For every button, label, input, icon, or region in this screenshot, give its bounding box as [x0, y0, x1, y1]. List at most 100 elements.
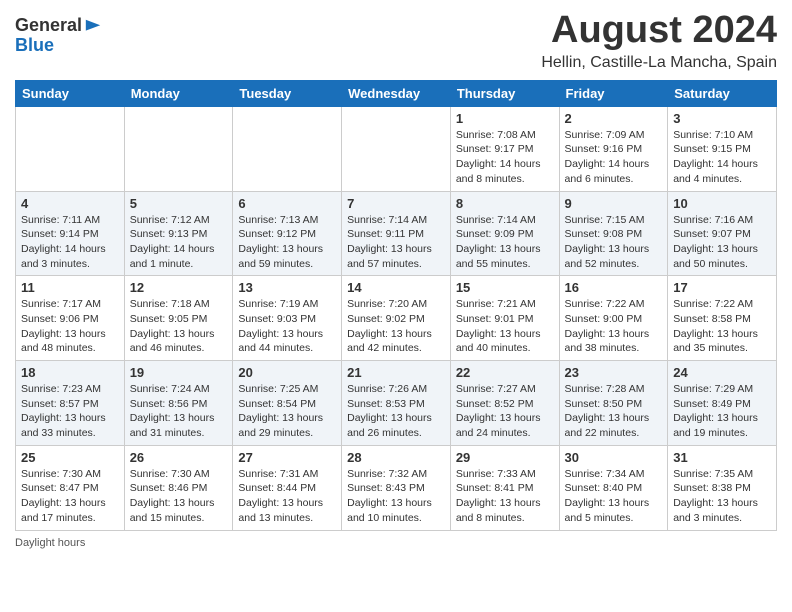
- calendar-header-row: SundayMondayTuesdayWednesdayThursdayFrid…: [16, 80, 777, 106]
- calendar-cell: 16 Sunrise: 7:22 AMSunset: 9:00 PMDayligh…: [559, 276, 668, 361]
- day-info: Sunrise: 7:32 AMSunset: 8:43 PMDaylight:…: [347, 467, 445, 526]
- month-year-title: August 2024: [541, 10, 777, 52]
- day-number: 8: [456, 196, 554, 211]
- day-number: 24: [673, 365, 771, 380]
- calendar-cell: 12Sunrise: 7:18 AMSunset: 9:05 PMDayligh…: [124, 276, 233, 361]
- calendar-cell: [342, 106, 451, 191]
- calendar-cell: 30 Sunrise: 7:34 AMSunset: 8:40 PMDayligh…: [559, 445, 668, 530]
- day-number: 3: [673, 111, 771, 126]
- calendar-week-row: 4 Sunrise: 7:11 AMSunset: 9:14 PMDaylight…: [16, 191, 777, 276]
- day-info: Sunrise: 7:14 AMSunset: 9:11 PMDaylight:…: [347, 213, 445, 272]
- calendar-cell: 21 Sunrise: 7:26 AMSunset: 8:53 PMDayligh…: [342, 361, 451, 446]
- calendar-cell: 8 Sunrise: 7:14 AMSunset: 9:09 PMDaylight…: [450, 191, 559, 276]
- calendar-cell: 14 Sunrise: 7:20 AMSunset: 9:02 PMDayligh…: [342, 276, 451, 361]
- calendar-cell: [16, 106, 125, 191]
- location-subtitle: Hellin, Castille-La Mancha, Spain: [541, 54, 777, 72]
- day-info: Sunrise: 7:30 AMSunset: 8:47 PMDaylight:…: [21, 467, 119, 526]
- header-wednesday: Wednesday: [342, 80, 451, 106]
- calendar-cell: 2 Sunrise: 7:09 AMSunset: 9:16 PMDaylight…: [559, 106, 668, 191]
- day-info: Sunrise: 7:27 AMSunset: 8:52 PMDaylight:…: [456, 382, 554, 441]
- calendar-cell: 17 Sunrise: 7:22 AMSunset: 8:58 PMDayligh…: [668, 276, 777, 361]
- calendar-cell: 1Sunrise: 7:08 AMSunset: 9:17 PMDaylight…: [450, 106, 559, 191]
- logo: General Blue: [15, 15, 102, 56]
- title-area: August 2024 Hellin, Castille-La Mancha, …: [541, 10, 777, 72]
- day-number: 15: [456, 280, 554, 295]
- day-info: Sunrise: 7:21 AMSunset: 9:01 PMDaylight:…: [456, 297, 554, 356]
- day-info: Sunrise: 7:22 AMSunset: 8:58 PMDaylight:…: [673, 297, 771, 356]
- header-friday: Friday: [559, 80, 668, 106]
- calendar-cell: 5Sunrise: 7:12 AMSunset: 9:13 PMDaylight…: [124, 191, 233, 276]
- day-info: Sunrise: 7:10 AMSunset: 9:15 PMDaylight:…: [673, 128, 771, 187]
- day-number: 10: [673, 196, 771, 211]
- day-number: 21: [347, 365, 445, 380]
- calendar-cell: 18Sunrise: 7:23 AMSunset: 8:57 PMDayligh…: [16, 361, 125, 446]
- calendar-cell: 23 Sunrise: 7:28 AMSunset: 8:50 PMDayligh…: [559, 361, 668, 446]
- header-sunday: Sunday: [16, 80, 125, 106]
- day-info: Sunrise: 7:16 AMSunset: 9:07 PMDaylight:…: [673, 213, 771, 272]
- day-number: 23: [565, 365, 663, 380]
- day-number: 19: [130, 365, 228, 380]
- day-number: 17: [673, 280, 771, 295]
- day-info: Sunrise: 7:29 AMSunset: 8:49 PMDaylight:…: [673, 382, 771, 441]
- logo-general-text: General: [15, 16, 82, 36]
- calendar-cell: 29Sunrise: 7:33 AMSunset: 8:41 PMDayligh…: [450, 445, 559, 530]
- day-number: 6: [238, 196, 336, 211]
- day-number: 11: [21, 280, 119, 295]
- header-monday: Monday: [124, 80, 233, 106]
- day-info: Sunrise: 7:25 AMSunset: 8:54 PMDaylight:…: [238, 382, 336, 441]
- calendar-cell: 28 Sunrise: 7:32 AMSunset: 8:43 PMDayligh…: [342, 445, 451, 530]
- day-info: Sunrise: 7:28 AMSunset: 8:50 PMDaylight:…: [565, 382, 663, 441]
- calendar-table: SundayMondayTuesdayWednesdayThursdayFrid…: [15, 80, 777, 531]
- day-info: Sunrise: 7:20 AMSunset: 9:02 PMDaylight:…: [347, 297, 445, 356]
- day-info: Sunrise: 7:09 AMSunset: 9:16 PMDaylight:…: [565, 128, 663, 187]
- calendar-cell: [233, 106, 342, 191]
- day-info: Sunrise: 7:35 AMSunset: 8:38 PMDaylight:…: [673, 467, 771, 526]
- day-info: Sunrise: 7:18 AMSunset: 9:05 PMDaylight:…: [130, 297, 228, 356]
- header-saturday: Saturday: [668, 80, 777, 106]
- day-number: 7: [347, 196, 445, 211]
- calendar-cell: 31 Sunrise: 7:35 AMSunset: 8:38 PMDayligh…: [668, 445, 777, 530]
- day-number: 25: [21, 450, 119, 465]
- calendar-cell: 26Sunrise: 7:30 AMSunset: 8:46 PMDayligh…: [124, 445, 233, 530]
- day-number: 30: [565, 450, 663, 465]
- day-info: Sunrise: 7:26 AMSunset: 8:53 PMDaylight:…: [347, 382, 445, 441]
- day-info: Sunrise: 7:14 AMSunset: 9:09 PMDaylight:…: [456, 213, 554, 272]
- day-info: Sunrise: 7:13 AMSunset: 9:12 PMDaylight:…: [238, 213, 336, 272]
- day-number: 29: [456, 450, 554, 465]
- calendar-cell: 7 Sunrise: 7:14 AMSunset: 9:11 PMDaylight…: [342, 191, 451, 276]
- calendar-week-row: 18Sunrise: 7:23 AMSunset: 8:57 PMDayligh…: [16, 361, 777, 446]
- logo-flag-icon: [84, 18, 102, 36]
- calendar-cell: 15 Sunrise: 7:21 AMSunset: 9:01 PMDayligh…: [450, 276, 559, 361]
- calendar-cell: 20 Sunrise: 7:25 AMSunset: 8:54 PMDayligh…: [233, 361, 342, 446]
- day-info: Sunrise: 7:22 AMSunset: 9:00 PMDaylight:…: [565, 297, 663, 356]
- day-number: 28: [347, 450, 445, 465]
- day-number: 9: [565, 196, 663, 211]
- day-number: 13: [238, 280, 336, 295]
- day-info: Sunrise: 7:15 AMSunset: 9:08 PMDaylight:…: [565, 213, 663, 272]
- day-info: Sunrise: 7:17 AMSunset: 9:06 PMDaylight:…: [21, 297, 119, 356]
- day-info: Sunrise: 7:23 AMSunset: 8:57 PMDaylight:…: [21, 382, 119, 441]
- day-number: 31: [673, 450, 771, 465]
- day-number: 14: [347, 280, 445, 295]
- calendar-week-row: 25 Sunrise: 7:30 AMSunset: 8:47 PMDayligh…: [16, 445, 777, 530]
- day-number: 4: [21, 196, 119, 211]
- day-info: Sunrise: 7:24 AMSunset: 8:56 PMDaylight:…: [130, 382, 228, 441]
- day-info: Sunrise: 7:34 AMSunset: 8:40 PMDaylight:…: [565, 467, 663, 526]
- day-info: Sunrise: 7:11 AMSunset: 9:14 PMDaylight:…: [21, 213, 119, 272]
- page-header: General Blue August 2024 Hellin, Castill…: [15, 10, 777, 72]
- day-info: Sunrise: 7:12 AMSunset: 9:13 PMDaylight:…: [130, 213, 228, 272]
- calendar-cell: 24 Sunrise: 7:29 AMSunset: 8:49 PMDayligh…: [668, 361, 777, 446]
- day-number: 2: [565, 111, 663, 126]
- header-tuesday: Tuesday: [233, 80, 342, 106]
- day-info: Sunrise: 7:31 AMSunset: 8:44 PMDaylight:…: [238, 467, 336, 526]
- footer-note: Daylight hours: [15, 537, 777, 549]
- calendar-cell: 6 Sunrise: 7:13 AMSunset: 9:12 PMDaylight…: [233, 191, 342, 276]
- day-number: 20: [238, 365, 336, 380]
- day-number: 16: [565, 280, 663, 295]
- day-number: 27: [238, 450, 336, 465]
- logo-blue-text: Blue: [15, 36, 102, 56]
- day-info: Sunrise: 7:08 AMSunset: 9:17 PMDaylight:…: [456, 128, 554, 187]
- calendar-cell: 9 Sunrise: 7:15 AMSunset: 9:08 PMDaylight…: [559, 191, 668, 276]
- calendar-cell: [124, 106, 233, 191]
- calendar-cell: 11 Sunrise: 7:17 AMSunset: 9:06 PMDayligh…: [16, 276, 125, 361]
